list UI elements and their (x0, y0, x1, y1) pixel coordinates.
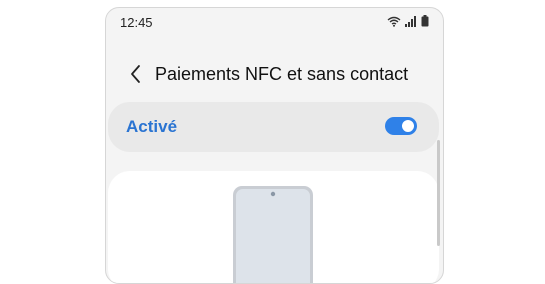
page-title: Paiements NFC et sans contact (155, 64, 409, 84)
switch-knob (400, 118, 416, 134)
scrollbar[interactable] (437, 140, 440, 246)
toggle-label: Activé (126, 117, 178, 136)
status-bar: 12:45 (106, 8, 443, 38)
phone-frame: 12:45 Paiements NFC et sans contact Acti… (105, 7, 444, 284)
app-header: Paiements NFC et sans contact (106, 58, 443, 94)
illustration-card (108, 171, 439, 283)
signal-icon (405, 15, 417, 27)
nfc-switch[interactable] (385, 117, 417, 135)
wifi-icon (387, 16, 401, 27)
back-button[interactable] (124, 64, 146, 88)
battery-icon (421, 15, 429, 27)
status-time: 12:45 (120, 15, 153, 30)
chevron-left-icon (129, 64, 141, 89)
status-icons (387, 15, 429, 27)
phone-on-terminal-illustration (232, 185, 314, 283)
nfc-toggle-row[interactable]: Activé (108, 102, 439, 152)
